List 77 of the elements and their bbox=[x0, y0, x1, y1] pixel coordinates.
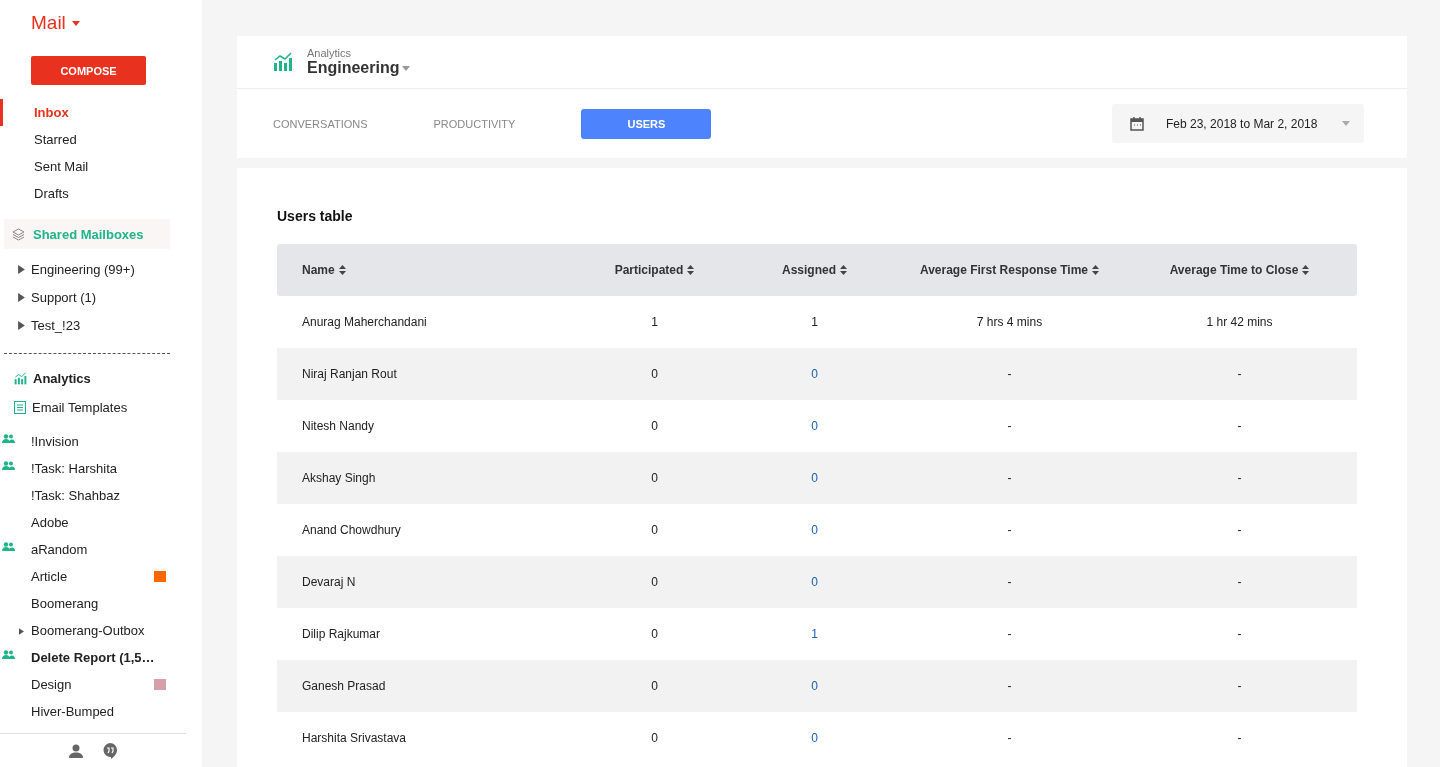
date-range-picker[interactable]: Feb 23, 2018 to Mar 2, 2018 bbox=[1112, 104, 1364, 143]
group-icon bbox=[2, 434, 15, 443]
folder-item[interactable]: Drafts bbox=[0, 180, 202, 207]
column-header[interactable]: Participated bbox=[577, 244, 732, 296]
label-item[interactable]: Adobe bbox=[31, 515, 69, 530]
label-item[interactable]: !Task: Harshita bbox=[31, 461, 117, 476]
table-cell: - bbox=[1122, 660, 1357, 712]
label-item[interactable]: Article bbox=[31, 569, 68, 584]
table-cell: 0 bbox=[577, 556, 732, 608]
table-cell: Akshay Singh bbox=[277, 452, 577, 504]
expand-triangle-icon[interactable] bbox=[18, 292, 25, 302]
table-cell: Devaraj N bbox=[277, 556, 577, 608]
table-cell: 0 bbox=[577, 348, 732, 400]
stack-icon bbox=[12, 227, 25, 241]
sort-icon[interactable] bbox=[338, 265, 346, 275]
group-icon bbox=[2, 461, 15, 470]
expand-triangle-icon[interactable] bbox=[18, 320, 25, 330]
compose-button[interactable]: COMPOSE bbox=[31, 56, 146, 85]
calendar-icon bbox=[1130, 116, 1144, 131]
document-icon bbox=[14, 401, 26, 414]
label-item[interactable]: Design bbox=[31, 677, 72, 692]
folder-item[interactable]: Starred bbox=[0, 126, 202, 153]
mailbox-selector[interactable]: Engineering bbox=[307, 59, 411, 77]
tab[interactable]: PRODUCTIVITY bbox=[433, 108, 516, 139]
sort-icon[interactable] bbox=[1302, 265, 1310, 275]
label-item[interactable]: Delete Report (1,5… bbox=[31, 650, 155, 665]
column-header[interactable]: Average Time to Close bbox=[1122, 244, 1357, 296]
label-item[interactable]: !Task: Shahbaz bbox=[31, 488, 120, 503]
tab[interactable]: CONVERSATIONS bbox=[273, 108, 368, 139]
sort-icon[interactable] bbox=[1092, 265, 1100, 275]
chat-bubble-icon[interactable] bbox=[103, 742, 117, 759]
table-cell: - bbox=[897, 660, 1122, 712]
table-cell: Ganesh Prasad bbox=[277, 660, 577, 712]
table-cell: - bbox=[897, 348, 1122, 400]
label-item[interactable]: !Invision bbox=[31, 434, 79, 449]
mailbox-item[interactable]: Test_!23 bbox=[31, 317, 81, 333]
mailbox-item[interactable]: Engineering (99+) bbox=[31, 261, 135, 277]
caret-icon bbox=[1342, 121, 1350, 126]
folder-item[interactable]: Sent Mail bbox=[0, 153, 202, 180]
label-item[interactable]: Hiver-Bumped bbox=[31, 704, 115, 719]
sort-icon[interactable] bbox=[840, 265, 847, 275]
label-item[interactable]: Boomerang-Outbox bbox=[31, 623, 145, 638]
label-item[interactable]: aRandom bbox=[31, 542, 88, 557]
table-cell: - bbox=[897, 452, 1122, 504]
table-cell: - bbox=[1122, 556, 1357, 608]
sidebar-link[interactable]: Email Templates bbox=[32, 400, 128, 415]
assigned-link[interactable]: 0 bbox=[732, 452, 897, 504]
table-cell: 0 bbox=[577, 660, 732, 712]
assigned-link[interactable]: 0 bbox=[732, 556, 897, 608]
table-cell: - bbox=[897, 556, 1122, 608]
expand-triangle-icon[interactable] bbox=[19, 628, 24, 635]
sidebar-link[interactable]: Analytics bbox=[33, 371, 91, 386]
bar-chart-icon bbox=[14, 372, 27, 385]
shared-mailboxes-label: Shared Mailboxes bbox=[33, 226, 144, 242]
sort-icon[interactable] bbox=[687, 265, 695, 275]
caret-icon bbox=[71, 20, 80, 26]
folder-item[interactable]: Inbox bbox=[0, 99, 202, 126]
table-cell: - bbox=[1122, 348, 1357, 400]
person-icon[interactable] bbox=[69, 743, 83, 758]
analytics-caption: Analytics bbox=[307, 47, 353, 59]
column-header[interactable]: Assigned bbox=[732, 244, 897, 296]
caret-icon bbox=[402, 65, 411, 71]
table-cell: Niraj Ranjan Rout bbox=[277, 348, 577, 400]
assigned-link[interactable]: 0 bbox=[732, 660, 897, 712]
table-cell: 0 bbox=[577, 452, 732, 504]
table-title: Users table bbox=[277, 208, 354, 224]
group-icon bbox=[2, 542, 15, 551]
table-cell: - bbox=[1122, 452, 1357, 504]
bar-chart-icon bbox=[273, 52, 293, 72]
assigned-link[interactable]: 0 bbox=[732, 348, 897, 400]
group-icon bbox=[2, 650, 15, 659]
mailbox-item[interactable]: Support (1) bbox=[31, 289, 97, 305]
column-header[interactable]: Average First Response Time bbox=[897, 244, 1122, 296]
mail-menu[interactable]: Mail bbox=[0, 0, 202, 34]
label-item[interactable]: Boomerang bbox=[31, 596, 99, 611]
expand-triangle-icon[interactable] bbox=[18, 264, 25, 274]
column-header[interactable]: Name bbox=[277, 244, 577, 296]
